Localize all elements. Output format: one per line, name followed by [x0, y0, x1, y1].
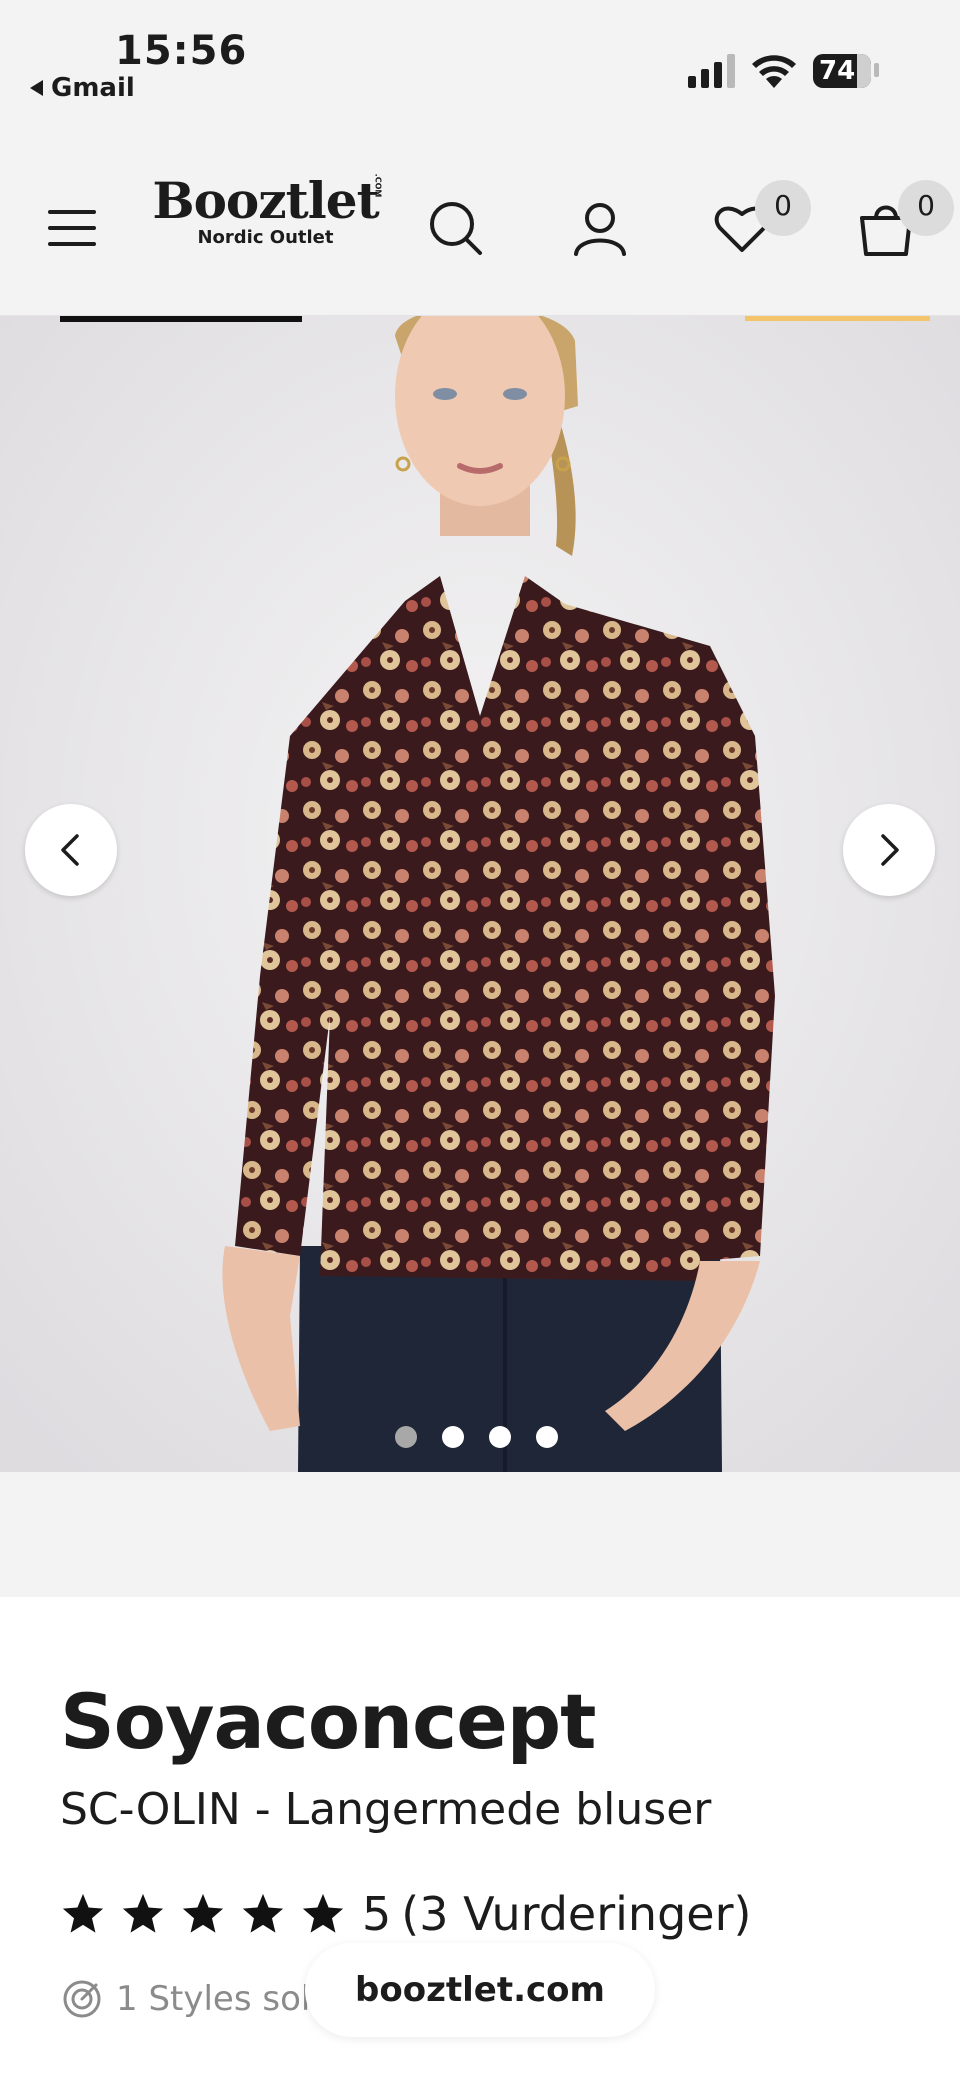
rating-stars	[60, 1891, 346, 1937]
styles-sold-text: 1 Styles sol	[116, 1979, 311, 2019]
next-image-button[interactable]	[843, 804, 935, 896]
menu-icon[interactable]	[48, 210, 96, 258]
back-to-app-button[interactable]: Gmail	[30, 73, 135, 103]
star-icon	[122, 1893, 164, 1933]
battery-tip	[874, 63, 879, 77]
prev-image-button[interactable]	[25, 804, 117, 896]
gallery-dot[interactable]	[442, 1426, 464, 1448]
wishlist-badge: 0	[755, 180, 811, 236]
star-icon	[242, 1893, 284, 1933]
product-brand[interactable]: Soyaconcept	[60, 1677, 596, 1766]
back-triangle-icon	[30, 80, 43, 96]
gallery-pagination	[395, 1426, 558, 1448]
browser-url-bar[interactable]: booztlet.com	[305, 1943, 655, 2037]
product-rating[interactable]: 5 (3 Vurderinger)	[60, 1887, 751, 1941]
styles-sold: 1 Styles sol	[62, 1979, 310, 2019]
battery-level: 74	[819, 56, 856, 86]
logo-subtitle: Nordic Outlet	[197, 227, 334, 248]
rating-value: 5	[362, 1887, 392, 1941]
gallery-dot[interactable]	[489, 1426, 511, 1448]
status-time: 15:56	[115, 28, 248, 74]
star-icon	[62, 1893, 104, 1933]
logo-com: .COM	[373, 173, 383, 198]
user-icon[interactable]	[570, 198, 630, 258]
cart-badge: 0	[898, 180, 954, 236]
logo-wordmark: Booztlet	[152, 171, 379, 230]
gallery-dot[interactable]	[395, 1426, 417, 1448]
wifi-icon	[752, 55, 796, 88]
battery-icon: 74	[813, 54, 871, 88]
site-header: Booztlet .COM Nordic Outlet 0 0	[0, 125, 960, 317]
tab-indicator	[60, 316, 302, 322]
product-name: SC-OLIN - Langermede bluser	[60, 1784, 712, 1835]
product-photo	[0, 316, 960, 1472]
star-icon	[302, 1893, 344, 1933]
star-icon	[182, 1893, 224, 1933]
site-logo[interactable]: Booztlet .COM Nordic Outlet	[143, 171, 388, 248]
back-app-label: Gmail	[51, 73, 135, 103]
target-check-icon	[63, 1980, 101, 2018]
chevron-left-icon	[61, 834, 79, 866]
gallery-dot[interactable]	[536, 1426, 558, 1448]
rating-count: (3 Vurderinger)	[401, 1887, 752, 1941]
section-spacer	[0, 1472, 960, 1597]
chevron-right-icon	[881, 834, 899, 866]
accent-bar	[745, 316, 930, 321]
product-image-gallery[interactable]	[0, 316, 960, 1472]
search-icon[interactable]	[426, 198, 486, 258]
signal-icon	[688, 52, 735, 88]
status-bar: 15:56 Gmail 74	[0, 0, 960, 125]
